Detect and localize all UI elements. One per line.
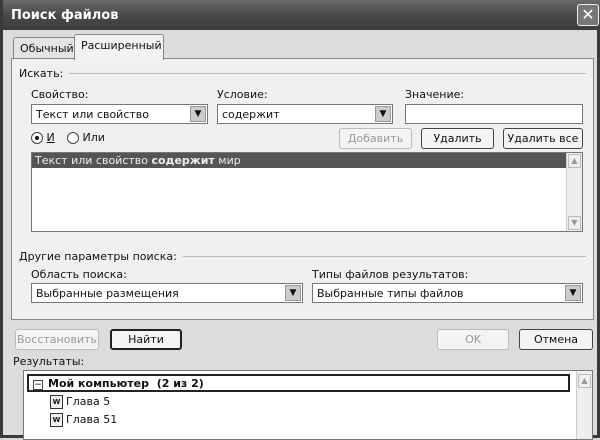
close-button[interactable]: ✕ [577, 4, 599, 26]
criteria-text: Текст или свойство [35, 154, 152, 167]
and-radio[interactable]: И [31, 131, 55, 144]
add-button[interactable]: Добавить [339, 128, 412, 149]
scrollbar[interactable]: ▲ ▼ [566, 153, 582, 231]
scroll-up-icon[interactable]: ▲ [568, 154, 581, 168]
radio-checked-icon [31, 132, 43, 144]
search-group: Искать: [19, 67, 586, 80]
scrollbar[interactable]: ▲ [576, 371, 592, 439]
results-list[interactable]: − Мой компьютер (2 из 2) W Глава 5 W Глава … [23, 370, 593, 440]
results-group-header[interactable]: − Мой компьютер (2 из 2) [27, 374, 570, 392]
select-value: Текст или свойство [36, 108, 149, 121]
close-icon: ✕ [581, 5, 595, 24]
result-name: Глава 51 [66, 413, 118, 426]
results-label: Результаты: [13, 355, 85, 368]
tab-label: Обычный [20, 42, 74, 55]
group-name: Мой компьютер [48, 377, 150, 390]
chevron-down-icon: ▼ [565, 285, 581, 301]
cancel-button[interactable]: Отмена [519, 329, 593, 350]
result-name: Глава 5 [66, 395, 111, 408]
scope-select[interactable]: Выбранные размещения ▼ [31, 283, 303, 303]
tab-label: Расширенный [81, 39, 162, 52]
or-radio[interactable]: Или [67, 131, 105, 144]
list-item[interactable]: Текст или свойство содержит мир [32, 153, 566, 168]
scope-label: Область поиска: [31, 268, 127, 281]
value-input[interactable] [405, 104, 583, 124]
condition-select[interactable]: содержит ▼ [217, 104, 393, 124]
find-button[interactable]: Найти [110, 329, 182, 350]
scroll-down-icon[interactable]: ▼ [568, 216, 581, 230]
result-item[interactable]: W Глава 51 [24, 409, 592, 427]
divider [182, 256, 586, 257]
scroll-up-icon[interactable]: ▲ [578, 374, 591, 388]
delete-button[interactable]: Удалить [421, 128, 494, 149]
tab-advanced[interactable]: Расширенный [74, 34, 164, 60]
file-types-select[interactable]: Выбранные типы файлов ▼ [312, 283, 583, 303]
value-label: Значение: [405, 88, 465, 101]
radio-label: И [46, 131, 55, 144]
radio-label: Или [82, 131, 105, 144]
select-value: содержит [222, 108, 280, 121]
radio-unchecked-icon [67, 132, 79, 144]
delete-all-button[interactable]: Удалить все [503, 128, 583, 149]
criteria-value: мир [214, 154, 241, 167]
chevron-down-icon: ▼ [190, 106, 206, 122]
group-label: Другие параметры поиска: [19, 250, 177, 263]
other-options-group: Другие параметры поиска: [19, 250, 586, 263]
file-search-dialog: Поиск файлов ✕ Обычный Расширенный Искат… [0, 0, 600, 440]
criteria-condition: содержит [151, 154, 215, 167]
property-label: Свойство: [31, 88, 89, 101]
condition-label: Условие: [217, 88, 268, 101]
dialog-title: Поиск файлов [11, 8, 119, 23]
divider [69, 73, 586, 74]
collapse-icon[interactable]: − [33, 380, 43, 390]
word-document-icon: W [50, 413, 63, 427]
property-select[interactable]: Текст или свойство ▼ [31, 104, 208, 124]
restore-button[interactable]: Восстановить [15, 329, 99, 350]
group-count: (2 из 2) [156, 377, 204, 390]
word-document-icon: W [50, 395, 63, 409]
result-item[interactable]: W Глава 5 [24, 392, 592, 409]
chevron-down-icon: ▼ [285, 285, 301, 301]
criteria-list[interactable]: Текст или свойство содержит мир ▲ ▼ [31, 152, 583, 232]
file-types-label: Типы файлов результатов: [312, 268, 469, 281]
select-value: Выбранные размещения [36, 287, 179, 300]
title-bar: Поиск файлов ✕ [3, 0, 600, 30]
tab-basic[interactable]: Обычный [13, 37, 81, 59]
chevron-down-icon: ▼ [375, 106, 391, 122]
ok-button[interactable]: OK [437, 329, 509, 350]
select-value: Выбранные типы файлов [317, 287, 464, 300]
group-label: Искать: [19, 67, 64, 80]
